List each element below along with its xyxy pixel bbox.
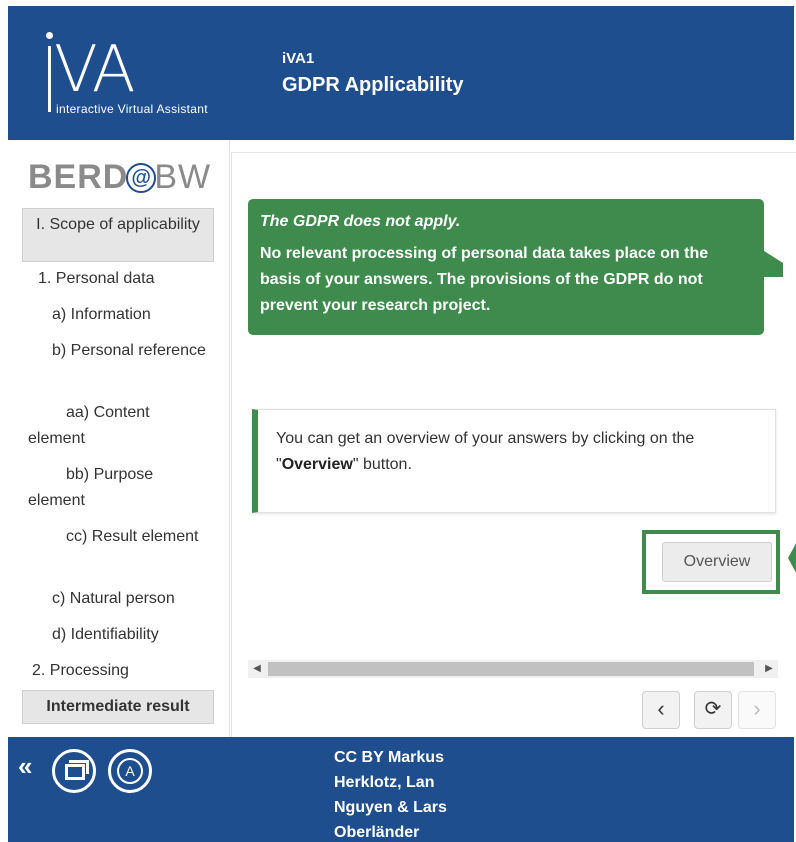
iva-logo: VA interactive Virtual Assistant: [34, 30, 244, 130]
logo-text: VA: [54, 33, 135, 107]
window-icon: [65, 764, 85, 780]
horizontal-scrollbar[interactable]: ◀ ▶: [248, 660, 778, 678]
sidebar-item-information[interactable]: a) Information: [52, 302, 151, 328]
sidebar-item-scope[interactable]: I. Scope of applicability: [22, 208, 214, 262]
brand-left: BERD: [28, 158, 129, 196]
next-button[interactable]: ›: [738, 691, 776, 729]
sidebar-item-processing[interactable]: 2. Processing: [32, 658, 129, 684]
result-text: No relevant processing of personal data …: [260, 245, 709, 314]
logo-subtitle: interactive Virtual Assistant: [56, 102, 208, 116]
info-message: You can get an overview of your answers …: [252, 409, 776, 513]
collapse-sidebar-icon[interactable]: «: [18, 751, 32, 781]
result-title: The GDPR does not apply.: [260, 213, 461, 230]
brand-at: @: [126, 163, 157, 193]
sidebar-item-natural-person[interactable]: c) Natural person: [52, 586, 175, 612]
scroll-left-icon[interactable]: ◀: [248, 660, 266, 678]
result-message: The GDPR does not apply. No relevant pro…: [248, 199, 764, 335]
reload-button[interactable]: ⟳: [694, 691, 732, 729]
sidebar: BERD @BW I. Scope of applicability 1. Per…: [8, 140, 230, 737]
berd-bw-logo: BERD @BW: [28, 158, 211, 197]
highlight-arrow-icon: [788, 536, 796, 580]
overview-highlight-frame: Overview: [642, 530, 780, 594]
window-toggle-button[interactable]: [52, 749, 96, 793]
sidebar-item-purpose-element[interactable]: bb) Purpose element: [28, 462, 208, 514]
previous-button[interactable]: ‹: [642, 691, 680, 729]
logo-dot: [46, 32, 53, 39]
sidebar-item-personal-reference[interactable]: b) Personal reference: [28, 338, 208, 364]
main-panel: The GDPR does not apply. No relevant pro…: [231, 152, 796, 737]
sidebar-item-result-element[interactable]: cc) Result element: [28, 524, 208, 550]
brand-right: BW: [154, 158, 212, 196]
sidebar-item-content-element[interactable]: aa) Content element: [28, 400, 208, 452]
sidebar-item-personal-data[interactable]: 1. Personal data: [38, 266, 155, 292]
speech-bubble-tail: [761, 249, 783, 277]
credit-text: CC BY Markus Herklotz, Lan Nguyen & Lars…: [334, 749, 447, 841]
scrollbar-thumb[interactable]: [268, 662, 754, 676]
scroll-right-icon[interactable]: ▶: [760, 660, 778, 678]
info-text-bold: Overview: [281, 456, 353, 473]
logo-i-stroke: [48, 46, 51, 112]
app-footer: « A CC BY Markus Herklotz, Lan Nguyen & …: [8, 737, 794, 842]
overview-button[interactable]: Overview: [662, 542, 772, 582]
a-icon: A: [117, 758, 143, 784]
info-text-after: " button.: [352, 456, 412, 473]
app-code: iVA1: [282, 50, 315, 67]
sidebar-item-identifiability[interactable]: d) Identifiability: [52, 622, 159, 648]
app-header: VA interactive Virtual Assistant iVA1 GD…: [8, 6, 794, 140]
intermediate-result-button[interactable]: Intermediate result: [22, 690, 214, 724]
app-title: GDPR Applicability: [282, 74, 464, 96]
accessibility-button[interactable]: A: [108, 749, 152, 793]
